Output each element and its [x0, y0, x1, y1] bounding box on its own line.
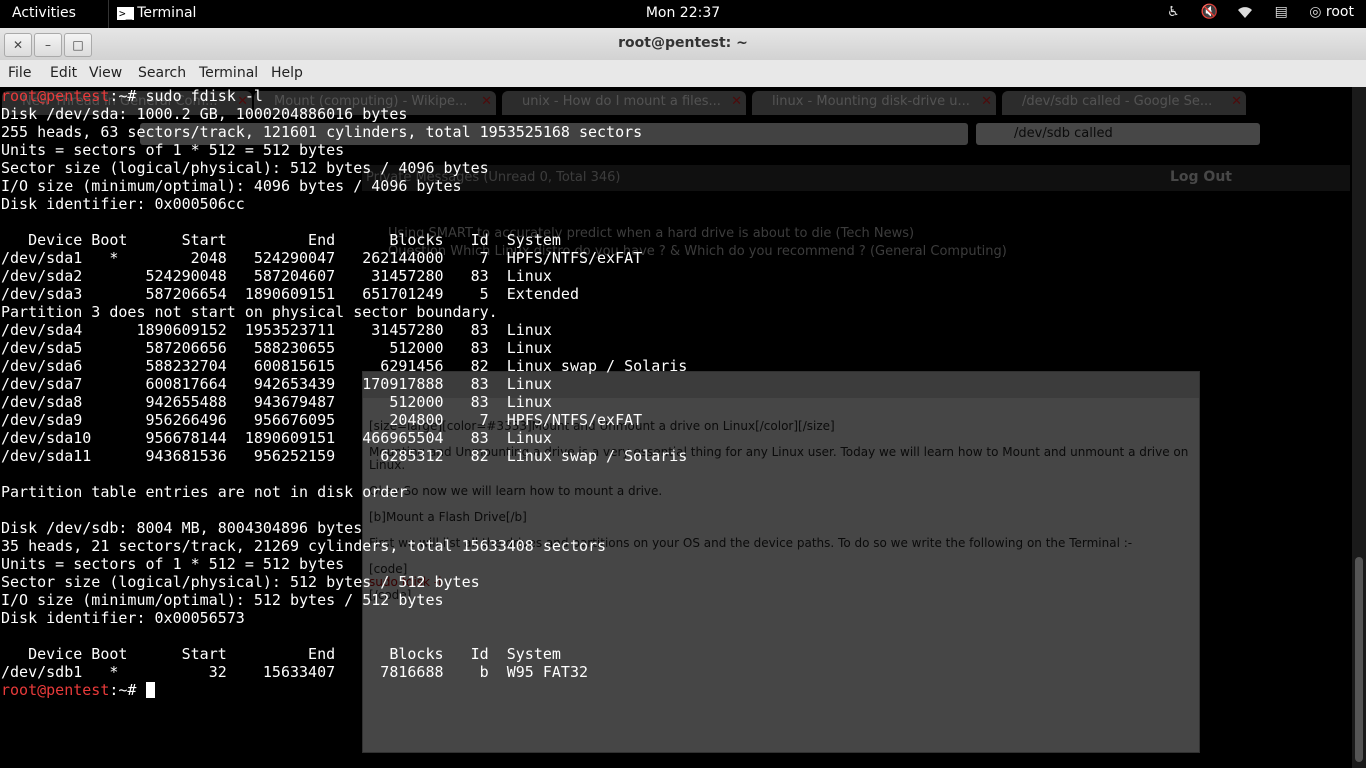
accessibility-icon[interactable]: ♿	[1165, 4, 1181, 20]
menu-help[interactable]: Help	[271, 65, 303, 81]
command-output: Disk /dev/sda: 1000.2 GB, 1000204886016 …	[1, 105, 688, 681]
ghost-logout: Log Out	[1170, 169, 1232, 185]
user-name: root	[1325, 4, 1354, 20]
menu-bar: File Edit View Search Terminal Help	[0, 60, 1366, 88]
ghost-tab: /dev/sdb called - Google Se... ✕	[1002, 91, 1246, 115]
ghost-search-bar: /dev/sdb called	[976, 123, 1260, 145]
app-menu[interactable]: >_ Terminal	[108, 0, 204, 28]
scrollbar-thumb[interactable]	[1355, 557, 1363, 762]
command-text: sudo fdisk -l	[145, 87, 263, 105]
volume-muted-icon[interactable]: 🔇	[1201, 4, 1218, 20]
user-menu[interactable]: ◎ root	[1309, 4, 1354, 20]
ghost-tab: linux - Mounting disk-drive u... ✕	[752, 91, 996, 115]
prompt-suffix: :~#	[109, 681, 146, 699]
prompt-suffix: :~#	[109, 87, 146, 105]
activities-button[interactable]: Activities	[12, 5, 76, 21]
ghost-tab-label: /dev/sdb called - Google Se...	[1022, 94, 1213, 109]
window-title: root@pentest: ~	[618, 35, 748, 51]
prompt-user: root@pentest	[1, 681, 110, 699]
close-icon: ✕	[1231, 94, 1242, 109]
prompt-user: root@pentest	[1, 87, 110, 105]
menu-search[interactable]: Search	[138, 65, 186, 81]
wifi-icon[interactable]	[1237, 4, 1253, 20]
user-icon: ◎	[1309, 4, 1322, 20]
menu-terminal[interactable]: Terminal	[199, 65, 258, 81]
close-icon: ✕	[731, 94, 742, 109]
app-name: Terminal	[137, 5, 197, 21]
terminal-scrollbar[interactable]	[1352, 87, 1366, 768]
clock[interactable]: Mon 22:37	[646, 5, 720, 21]
ghost-tab-label: linux - Mounting disk-drive u...	[772, 94, 970, 109]
menu-edit[interactable]: Edit	[50, 65, 77, 81]
terminal-area[interactable]: New Thread in General Com... ✕ Mount (com…	[0, 87, 1352, 768]
terminal-app-icon: >_	[117, 7, 135, 20]
menu-file[interactable]: File	[8, 65, 31, 81]
text-cursor	[145, 682, 155, 698]
gnome-top-bar: Activities >_ Terminal Mon 22:37 ♿ 🔇 ▤ ◎ …	[0, 0, 1366, 28]
terminal-output: root@pentest:~# sudo fdisk -l Disk /dev/…	[1, 87, 687, 699]
clipboard-icon[interactable]: ▤	[1273, 4, 1289, 20]
ghost-search-value: /dev/sdb called	[1014, 126, 1113, 141]
window-titlebar[interactable]: ✕ – □ root@pentest: ~	[0, 28, 1366, 61]
close-icon: ✕	[981, 94, 992, 109]
menu-view[interactable]: View	[89, 65, 122, 81]
